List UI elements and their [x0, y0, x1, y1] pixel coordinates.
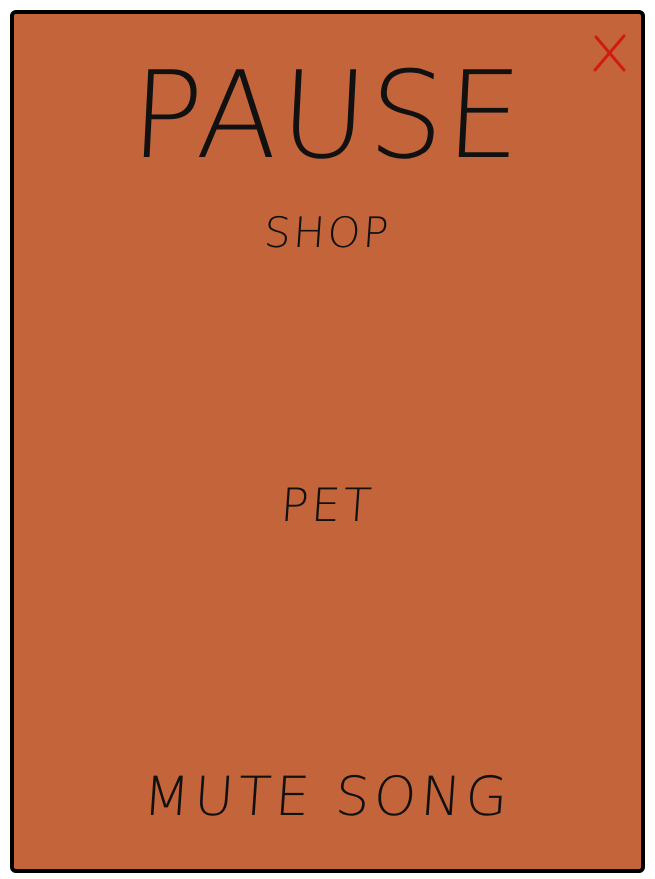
pet-button[interactable]: PET: [12, 478, 642, 532]
shop-button[interactable]: SHOP: [13, 208, 643, 257]
mute-song-button[interactable]: MUTE SONG: [12, 765, 643, 828]
pause-menu-panel: PAUSE SHOP PET MUTE SONG: [10, 10, 645, 873]
pause-title: PAUSE: [127, 44, 528, 186]
